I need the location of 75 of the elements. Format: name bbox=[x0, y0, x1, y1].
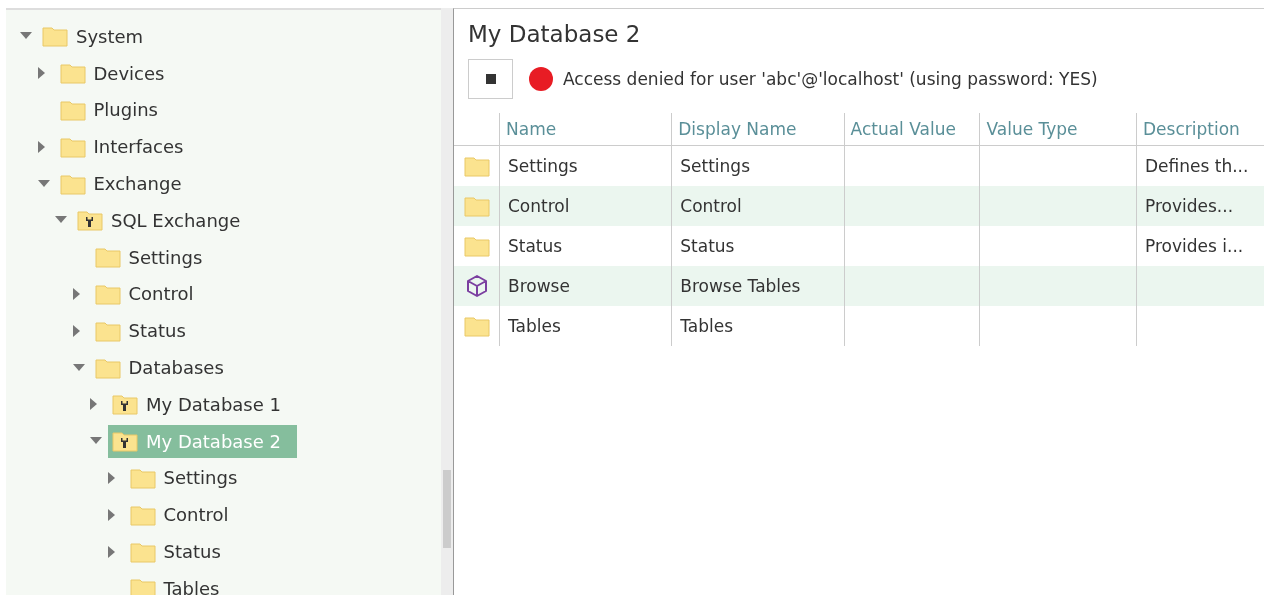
tree-item[interactable]: Control bbox=[125, 498, 245, 532]
tree-item[interactable]: System bbox=[38, 19, 160, 53]
table-cell: Status bbox=[680, 236, 735, 256]
caret-right-icon[interactable] bbox=[37, 67, 46, 80]
folder-icon bbox=[94, 282, 121, 305]
tree-item[interactable]: Settings bbox=[90, 240, 219, 274]
column-header[interactable]: Value Type bbox=[979, 113, 1136, 145]
folder-icon bbox=[129, 503, 156, 526]
status-message: Access denied for user 'abc'@'localhost' (using password: YES) bbox=[563, 69, 1098, 89]
caret-right-icon[interactable] bbox=[107, 545, 116, 558]
table-cell: Browse bbox=[508, 276, 570, 296]
tree-item[interactable]: SQL Exchange bbox=[73, 203, 257, 237]
caret-down-icon[interactable] bbox=[37, 179, 50, 188]
stop-button[interactable] bbox=[468, 59, 513, 99]
page-title: My Database 2 bbox=[467, 20, 642, 47]
wrench-folder-icon bbox=[112, 430, 138, 453]
tree-item[interactable]: Databases bbox=[90, 351, 240, 385]
table-cell: Settings bbox=[680, 156, 750, 176]
caret-right-icon[interactable] bbox=[72, 324, 81, 337]
folder-icon bbox=[463, 315, 490, 337]
tree-item[interactable]: Devices bbox=[55, 56, 181, 90]
table-cell: Tables bbox=[508, 316, 561, 336]
column-header[interactable]: Name bbox=[499, 113, 672, 145]
folder-icon bbox=[463, 195, 490, 217]
tree-item[interactable]: Exchange bbox=[55, 167, 198, 201]
caret-down-icon[interactable] bbox=[20, 32, 32, 41]
folder-icon bbox=[463, 235, 490, 257]
table-row[interactable]: Control Control Provides... bbox=[454, 186, 1264, 226]
stop-icon bbox=[485, 74, 496, 84]
table-cell: Browse Tables bbox=[680, 276, 801, 296]
scrollbar[interactable] bbox=[441, 8, 453, 595]
folder-icon bbox=[42, 25, 68, 48]
caret-down-icon[interactable] bbox=[90, 437, 102, 446]
cube-icon bbox=[465, 274, 488, 298]
folder-icon bbox=[94, 246, 121, 269]
folder-icon bbox=[59, 135, 86, 158]
table-row[interactable]: Tables Tables bbox=[454, 306, 1264, 346]
folder-icon bbox=[59, 172, 86, 195]
table-cell: Status bbox=[508, 236, 563, 256]
table-cell: Control bbox=[680, 196, 742, 216]
tree-item[interactable]: Interfaces bbox=[55, 130, 200, 164]
caret-right-icon[interactable] bbox=[107, 471, 116, 484]
wrench-folder-icon bbox=[77, 209, 103, 232]
tree-item[interactable]: Status bbox=[125, 535, 237, 569]
table-cell: Control bbox=[508, 196, 570, 216]
tree-item[interactable]: Tables bbox=[125, 571, 236, 595]
tree-item[interactable]: Control bbox=[90, 277, 210, 311]
caret-right-icon[interactable] bbox=[107, 508, 116, 521]
table-cell: Provides i... bbox=[1145, 236, 1244, 256]
folder-icon bbox=[129, 466, 156, 489]
folder-icon bbox=[94, 356, 121, 379]
wrench-folder-icon bbox=[112, 393, 138, 416]
table-cell: Defines th... bbox=[1145, 156, 1249, 176]
table-cell: Provides... bbox=[1145, 196, 1234, 216]
folder-icon bbox=[129, 540, 156, 563]
tree-item[interactable]: Plugins bbox=[55, 93, 174, 127]
table-cell: Settings bbox=[508, 156, 578, 176]
folder-icon bbox=[94, 319, 121, 342]
caret-down-icon[interactable] bbox=[72, 363, 85, 372]
tree-item[interactable]: Status bbox=[90, 314, 202, 348]
caret-right-icon[interactable] bbox=[90, 398, 98, 411]
caret-down-icon[interactable] bbox=[55, 216, 67, 225]
folder-icon bbox=[463, 155, 490, 177]
caret-right-icon[interactable] bbox=[37, 140, 46, 153]
column-header[interactable]: Display Name bbox=[671, 113, 844, 145]
table-row[interactable]: Browse Browse Tables bbox=[454, 266, 1264, 306]
column-header[interactable]: Description bbox=[1136, 113, 1264, 145]
tree-item[interactable]: Settings bbox=[125, 461, 254, 495]
folder-icon bbox=[59, 99, 86, 121]
table-cell: Tables bbox=[680, 316, 734, 336]
column-header[interactable]: Actual Value bbox=[843, 113, 980, 145]
folder-icon bbox=[129, 577, 156, 595]
caret-right-icon[interactable] bbox=[72, 287, 81, 300]
folder-icon bbox=[59, 62, 86, 85]
tree-item[interactable]: My Database 1 bbox=[108, 387, 297, 421]
